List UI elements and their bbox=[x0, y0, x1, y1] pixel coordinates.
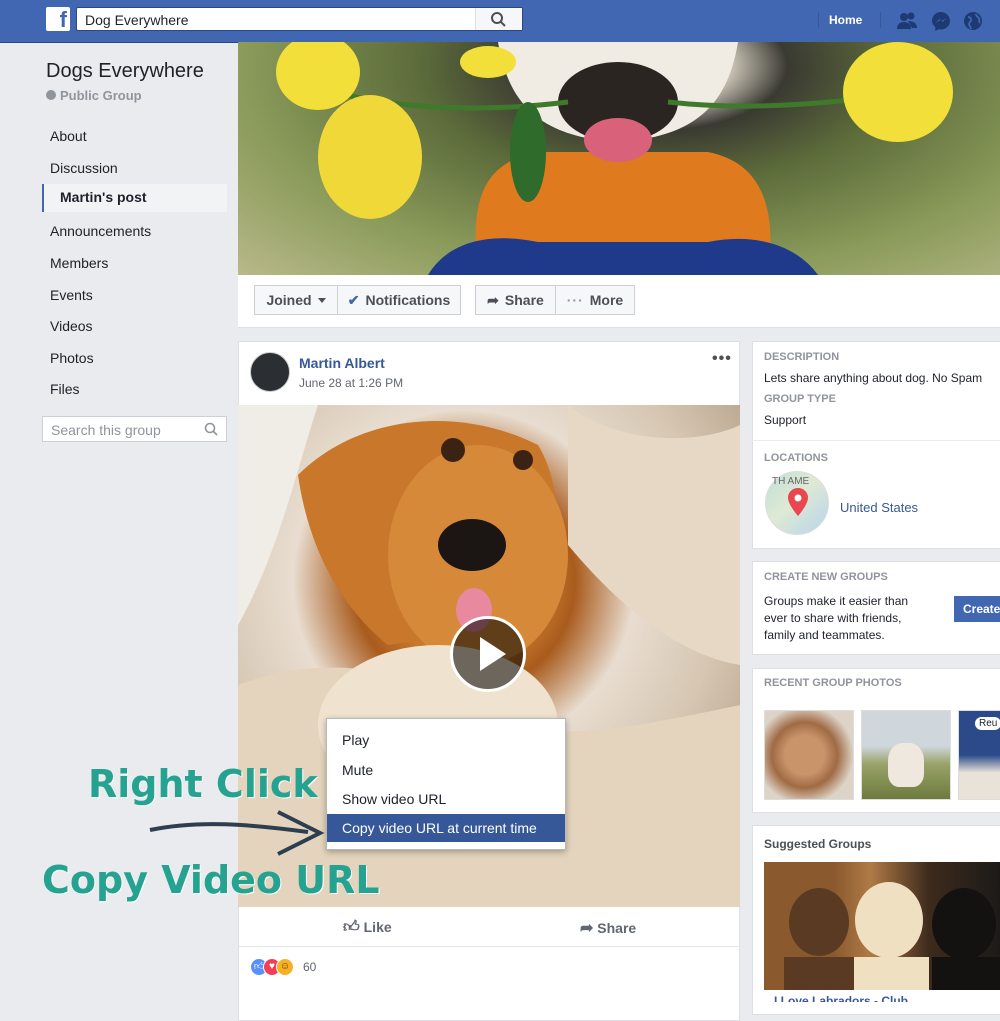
avatar[interactable] bbox=[250, 352, 290, 392]
post-action-bar bbox=[238, 907, 740, 947]
sidebar-item-photos[interactable]: Photos bbox=[42, 345, 227, 373]
group-title[interactable]: Dogs Everywhere bbox=[46, 60, 204, 83]
joined-button[interactable]: Joined bbox=[254, 285, 338, 315]
location-link[interactable]: United States bbox=[840, 500, 918, 515]
description-text: Lets share anything about dog. No Spam bbox=[764, 371, 983, 385]
post-timestamp[interactable]: June 28 at 1:26 PM bbox=[299, 376, 403, 390]
puppy-shape bbox=[888, 743, 924, 787]
sidebar-item-about[interactable]: About bbox=[42, 123, 227, 151]
cover-dog-with-flowers-image bbox=[276, 42, 953, 275]
context-menu-mute[interactable]: Mute bbox=[327, 756, 565, 784]
sidebar-item-files[interactable]: Files bbox=[42, 376, 227, 404]
annotation-right-click: Right Click bbox=[88, 762, 318, 806]
post-author[interactable]: Martin Albert bbox=[299, 355, 385, 371]
recent-photo-thumbnail[interactable]: Reu bbox=[958, 710, 1000, 800]
map-pin-icon bbox=[788, 488, 808, 516]
share-label: Share bbox=[504, 292, 544, 308]
create-group-button[interactable]: Create bbox=[954, 596, 1000, 622]
messenger-icon[interactable] bbox=[930, 10, 952, 32]
sidebar-item-members[interactable]: Members bbox=[42, 250, 227, 278]
topbar-divider bbox=[818, 12, 819, 28]
location-map[interactable]: TH AME bbox=[765, 471, 829, 535]
sidebar-item-martins-post[interactable]: Martin's post bbox=[42, 184, 227, 212]
create-groups-heading: CREATE NEW GROUPS bbox=[764, 571, 888, 583]
context-menu-copy-video-url-at-current-time[interactable]: Copy video URL at current time bbox=[327, 814, 565, 842]
search-icon bbox=[204, 422, 218, 436]
sidebar-item-events[interactable]: Events bbox=[42, 282, 227, 310]
globe-small-icon bbox=[46, 90, 56, 100]
globe-icon[interactable] bbox=[962, 10, 984, 32]
haha-reaction-icon: ☺ bbox=[276, 958, 294, 976]
group-privacy: Public Group bbox=[46, 88, 142, 103]
divider bbox=[752, 440, 1000, 441]
joined-label: Joined bbox=[266, 292, 312, 308]
search-button[interactable] bbox=[475, 8, 522, 30]
sidebar-item-videos[interactable]: Videos bbox=[42, 313, 227, 341]
description-heading: DESCRIPTION bbox=[764, 351, 840, 363]
locations-heading: LOCATIONS bbox=[764, 452, 828, 464]
checkmark-icon: ✔ bbox=[347, 291, 360, 308]
recent-photo-thumbnail[interactable] bbox=[861, 710, 951, 800]
share-group-button[interactable]: ➦ Share bbox=[475, 285, 556, 315]
sidebar-item-discussion[interactable]: Discussion bbox=[42, 155, 227, 183]
search-input-value: Dog Everywhere bbox=[85, 12, 189, 28]
suggested-groups-heading: Suggested Groups bbox=[764, 837, 872, 851]
reaction-count[interactable]: 60 bbox=[303, 960, 316, 974]
map-label: TH AME bbox=[772, 476, 810, 487]
recent-photo-thumbnail[interactable] bbox=[764, 710, 854, 800]
chevron-down-icon bbox=[317, 297, 326, 303]
photo-badge: Reu bbox=[975, 717, 1000, 730]
share-post-button[interactable]: ➦ Share bbox=[580, 918, 636, 938]
sidebar-item-announcements[interactable]: Announcements bbox=[42, 218, 227, 246]
video-play-button[interactable] bbox=[450, 616, 526, 692]
share-arrow-icon: ➦ bbox=[580, 920, 594, 937]
facebook-logo[interactable]: f bbox=[46, 7, 70, 32]
annotation-copy-video-url: Copy Video URL bbox=[42, 858, 380, 902]
notifications-label: Notifications bbox=[365, 292, 451, 308]
more-label: More bbox=[589, 292, 624, 308]
group-cover-photo bbox=[238, 42, 1000, 275]
suggested-group-image[interactable] bbox=[764, 862, 1000, 990]
notifications-button[interactable]: ✔ Notifications bbox=[337, 285, 461, 315]
group-type-text: Support bbox=[764, 413, 807, 427]
video-context-menu: Play Mute Show video URL Copy video URL … bbox=[326, 718, 566, 850]
create-groups-text-line-1: Groups make it easier than bbox=[764, 594, 909, 608]
topbar-divider bbox=[880, 12, 881, 28]
search-icon bbox=[491, 12, 506, 27]
home-link[interactable]: Home bbox=[829, 13, 862, 27]
create-groups-text-line-2: ever to share with friends, bbox=[764, 611, 902, 625]
group-privacy-label: Public Group bbox=[60, 88, 142, 103]
group-search-placeholder: Search this group bbox=[51, 422, 161, 438]
labradors-image bbox=[784, 882, 1000, 990]
create-groups-text-line-3: family and teammates. bbox=[764, 628, 885, 642]
more-button[interactable]: ··· More bbox=[555, 285, 635, 315]
facebook-logo-letter: f bbox=[59, 7, 67, 32]
recent-photos-heading: RECENT GROUP PHOTOS bbox=[764, 677, 902, 689]
thumbs-up-icon: 👍︎ bbox=[343, 919, 360, 936]
share-arrow-icon: ➦ bbox=[487, 291, 499, 308]
like-label: Like bbox=[363, 919, 392, 935]
more-dots-icon: ··· bbox=[566, 292, 584, 308]
like-button[interactable]: 👍︎ Like bbox=[343, 918, 392, 937]
suggested-group-title[interactable]: I Love Labradors - Club bbox=[772, 993, 911, 1002]
group-type-heading: GROUP TYPE bbox=[764, 393, 836, 405]
annotation-arrow-icon bbox=[149, 810, 325, 856]
post-options-icon[interactable]: ••• bbox=[712, 350, 732, 368]
friends-icon[interactable] bbox=[896, 10, 918, 32]
context-menu-play[interactable]: Play bbox=[327, 726, 565, 754]
share-post-label: Share bbox=[597, 920, 637, 936]
group-search-input[interactable]: Search this group bbox=[42, 416, 227, 442]
context-menu-show-video-url[interactable]: Show video URL bbox=[327, 785, 565, 813]
global-search-input[interactable]: Dog Everywhere bbox=[76, 7, 523, 31]
